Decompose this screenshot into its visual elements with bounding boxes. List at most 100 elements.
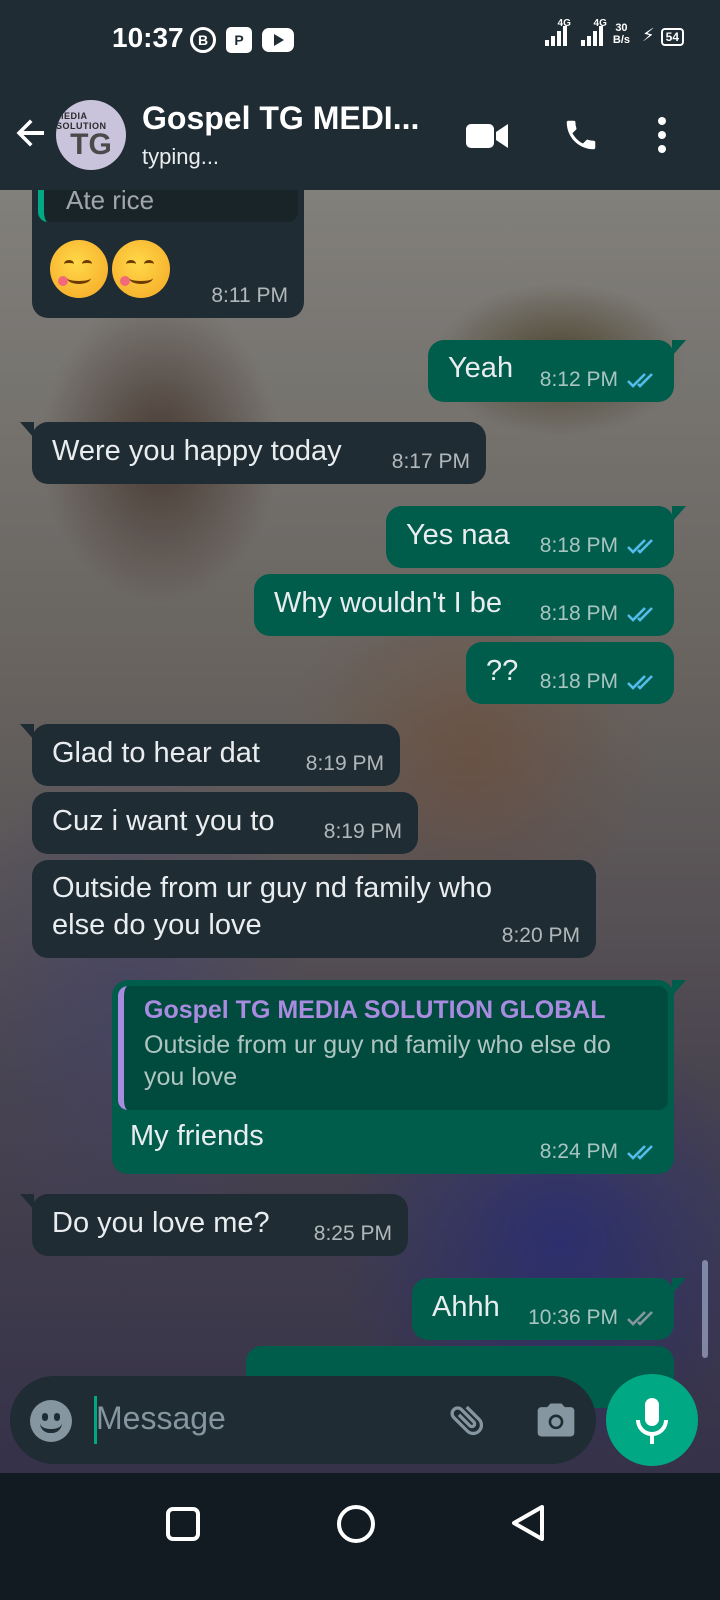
- b-notification-icon: B: [190, 27, 216, 53]
- message-meta: 8:12 PM: [540, 368, 658, 392]
- contact-status: typing...: [142, 144, 220, 169]
- message-meta: 8:18 PM: [540, 670, 658, 694]
- message-time: 8:24 PM: [539, 1140, 618, 1163]
- message-input[interactable]: Message: [96, 1400, 226, 1437]
- message-text: Yes naa: [406, 519, 510, 551]
- message-outgoing[interactable]: Yes naa 8:18 PM: [386, 506, 686, 568]
- savoring-face-emoji-icon: [112, 240, 170, 298]
- quoted-text: Outside from ur guy nd family who else d…: [144, 1031, 611, 1091]
- scroll-indicator[interactable]: [702, 1260, 708, 1358]
- network-type-label: 4G: [557, 18, 571, 29]
- youtube-icon: [262, 28, 294, 52]
- message-text: Ahhh: [432, 1291, 500, 1323]
- voice-call-icon[interactable]: [562, 116, 600, 154]
- message-text: Why wouldn't I be: [274, 587, 502, 619]
- attach-icon[interactable]: [446, 1398, 490, 1442]
- message-incoming[interactable]: Do you love me? 8:25 PM: [20, 1194, 408, 1256]
- message-time: 8:20 PM: [501, 924, 580, 947]
- double-tick-read-icon: [627, 607, 653, 622]
- bubble-tail: [672, 980, 686, 996]
- message-text: Cuz i want you to: [52, 805, 275, 837]
- message-text: Yeah: [448, 352, 514, 384]
- message-text: Glad to hear dat: [52, 737, 260, 769]
- signal-icon-2: 4G: [580, 18, 607, 46]
- message-time: 8:11 PM: [211, 284, 288, 307]
- quoted-reply[interactable]: Gospel TG MEDIA SOLUTION GLOBAL Outside …: [118, 986, 668, 1110]
- message-outgoing[interactable]: Yeah 8:12 PM: [428, 340, 686, 402]
- message-text: ??: [486, 655, 519, 687]
- bubble-tail: [20, 724, 34, 740]
- network-speed-unit: B/s: [612, 34, 630, 46]
- nav-back-icon[interactable]: [510, 1503, 546, 1543]
- status-bar: 10:37 B P 4G 4G 30 B/s ⚡ 54: [0, 0, 720, 80]
- message-outgoing[interactable]: Ahhh 10:36 PM: [412, 1278, 686, 1340]
- mic-button[interactable]: [606, 1374, 698, 1466]
- status-system-icons: 4G 4G 30 B/s ⚡ 54: [544, 18, 684, 46]
- message-text: Outside from ur guy nd family who else d…: [52, 872, 493, 941]
- message-time: 8:12 PM: [539, 368, 618, 391]
- message-meta: 10:36 PM: [528, 1306, 658, 1330]
- bubble-tail: [672, 506, 686, 522]
- quoted-reply[interactable]: Ate rice: [38, 190, 298, 222]
- bubble-tail: [672, 1278, 686, 1294]
- message-incoming[interactable]: Outside from ur guy nd family who else d…: [32, 860, 596, 958]
- message-text: Were you happy today: [52, 435, 342, 467]
- video-call-icon[interactable]: [466, 122, 508, 150]
- back-arrow-icon[interactable]: [14, 114, 50, 150]
- message-time: 10:36 PM: [528, 1306, 618, 1329]
- network-type-label-2: 4G: [593, 18, 607, 29]
- mic-icon: [636, 1398, 668, 1444]
- chat-area[interactable]: Ate rice 8:11 PM Yeah 8:12 PM Were you h…: [0, 190, 720, 1473]
- message-time: 8:19 PM: [323, 820, 402, 843]
- message-incoming[interactable]: Were you happy today 8:17 PM: [20, 422, 486, 484]
- message-text: My friends: [130, 1120, 264, 1152]
- message-meta: 8:24 PM: [540, 1140, 658, 1164]
- message-time: 8:18 PM: [539, 670, 618, 693]
- message-outgoing[interactable]: ?? 8:18 PM: [466, 642, 674, 704]
- chat-header: MEDIA SOLUTION TG Gospel TG MEDI... typi…: [0, 80, 720, 190]
- avatar-text-main: TG: [70, 128, 112, 161]
- status-time: 10:37: [112, 22, 184, 53]
- network-speed: 30 B/s: [613, 22, 630, 46]
- quoted-sender: Gospel TG MEDIA SOLUTION GLOBAL: [144, 996, 606, 1024]
- message-input-bar[interactable]: Message: [10, 1376, 596, 1464]
- message-incoming[interactable]: Cuz i want you to 8:19 PM: [32, 792, 418, 854]
- message-time: 8:18 PM: [539, 602, 618, 625]
- message-time: 8:17 PM: [391, 450, 470, 473]
- bubble-tail: [672, 340, 686, 356]
- system-navigation-bar: [0, 1473, 720, 1600]
- message-time: 8:18 PM: [539, 534, 618, 557]
- contact-avatar[interactable]: MEDIA SOLUTION TG: [56, 100, 126, 170]
- message-time: 8:19 PM: [305, 752, 384, 775]
- network-speed-value: 30: [615, 22, 628, 34]
- status-notification-icons: B P: [190, 27, 294, 53]
- message-meta: 8:18 PM: [540, 534, 658, 558]
- savoring-face-emoji-icon: [50, 240, 108, 298]
- message-incoming[interactable]: Glad to hear dat 8:19 PM: [20, 724, 400, 786]
- battery-level: 54: [660, 28, 684, 46]
- nav-recents-icon[interactable]: [166, 1507, 200, 1541]
- bubble-tail: [20, 422, 34, 438]
- message-meta: 8:18 PM: [540, 602, 658, 626]
- more-options-icon[interactable]: [656, 116, 668, 154]
- message-outgoing[interactable]: Why wouldn't I be 8:18 PM: [254, 574, 674, 636]
- double-tick-read-icon: [627, 675, 653, 690]
- charging-icon: ⚡: [642, 25, 655, 45]
- double-tick-read-icon: [627, 1145, 653, 1160]
- signal-icon: 4G: [544, 18, 571, 46]
- nav-home-icon[interactable]: [337, 1505, 375, 1543]
- double-tick-read-icon: [627, 373, 653, 388]
- message-text: Do you love me?: [52, 1207, 270, 1239]
- double-tick-delivered-icon: [627, 1311, 653, 1326]
- message-time: 8:25 PM: [313, 1222, 392, 1245]
- double-tick-read-icon: [627, 539, 653, 554]
- emoji-icon[interactable]: [30, 1400, 72, 1442]
- contact-name[interactable]: Gospel TG MEDI...: [142, 100, 419, 137]
- bubble-tail: [20, 1194, 34, 1210]
- p-notification-icon: P: [226, 27, 252, 53]
- emoji-row: [50, 240, 174, 303]
- quoted-text: Ate rice: [66, 190, 155, 215]
- message-incoming[interactable]: Ate rice 8:11 PM: [32, 190, 304, 318]
- camera-icon[interactable]: [534, 1398, 578, 1442]
- message-outgoing-reply[interactable]: Gospel TG MEDIA SOLUTION GLOBAL Outside …: [112, 980, 686, 1174]
